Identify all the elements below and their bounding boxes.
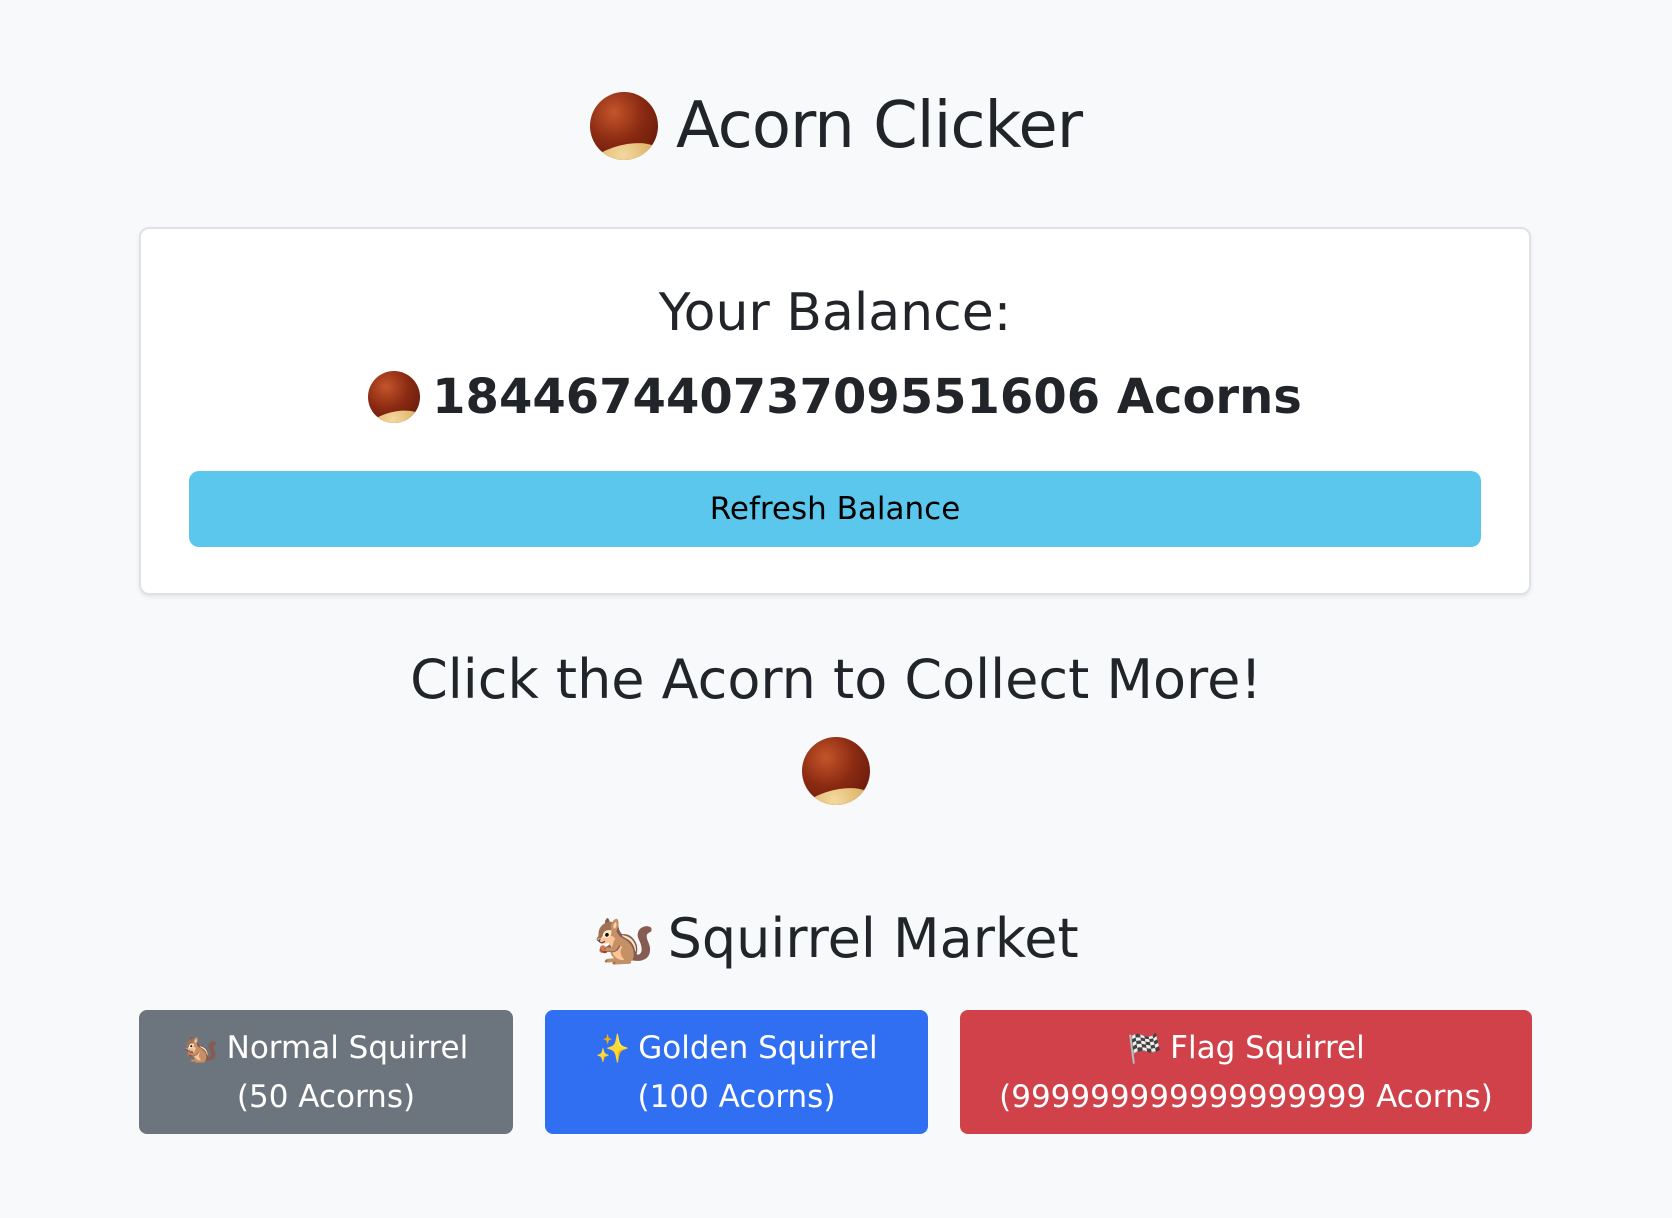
click-heading: Click the Acorn to Collect More! bbox=[410, 648, 1262, 711]
buy-flag-squirrel-button[interactable]: 🏁 Flag Squirrel (999999999999999999 Acorn… bbox=[960, 1010, 1532, 1134]
checkered-flag-icon: 🏁 bbox=[1127, 1031, 1163, 1065]
market-heading: 🐿️ Squirrel Market bbox=[0, 912, 1672, 966]
flag-squirrel-price: (999999999999999999 Acorns) bbox=[999, 1078, 1493, 1115]
buy-golden-squirrel-label: ✨ Golden Squirrel bbox=[595, 1024, 877, 1073]
page-title-text: Acorn Clicker bbox=[676, 89, 1083, 163]
squirrel-icon: 🐿️ bbox=[593, 910, 656, 968]
clickable-acorn-icon[interactable] bbox=[802, 737, 870, 805]
balance-display: 18446744073709551606 Acorns bbox=[141, 371, 1529, 423]
refresh-balance-button[interactable]: Refresh Balance bbox=[189, 471, 1481, 547]
acorn-icon bbox=[590, 92, 658, 160]
click-acorn-area bbox=[0, 737, 1672, 805]
page-title: Acorn Clicker bbox=[0, 92, 1672, 160]
balance-label: Your Balance: bbox=[658, 283, 1012, 343]
acorn-icon bbox=[368, 371, 421, 423]
buy-flag-squirrel-label: 🏁 Flag Squirrel bbox=[1127, 1024, 1364, 1073]
buy-normal-squirrel-label: 🐿️ Normal Squirrel bbox=[184, 1024, 468, 1073]
normal-squirrel-price: (50 Acorns) bbox=[236, 1078, 416, 1115]
buy-normal-squirrel-button[interactable]: 🐿️ Normal Squirrel (50 Acorns) bbox=[139, 1010, 513, 1134]
market-title: Squirrel Market bbox=[667, 907, 1079, 970]
sparkles-icon: ✨ bbox=[595, 1031, 631, 1065]
golden-squirrel-name: Golden Squirrel bbox=[638, 1029, 878, 1066]
buy-golden-squirrel-button[interactable]: ✨ Golden Squirrel (100 Acorns) bbox=[545, 1010, 928, 1134]
squirrel-icon: 🐿️ bbox=[183, 1031, 219, 1065]
acorn-clicker-page: Acorn Clicker Your Balance: 184467440737… bbox=[0, 0, 1672, 1218]
balance-card: Your Balance: 18446744073709551606 Acorn… bbox=[139, 227, 1531, 595]
golden-squirrel-price: (100 Acorns) bbox=[637, 1078, 836, 1115]
balance-value: 18446744073709551606 Acorns bbox=[432, 369, 1302, 425]
normal-squirrel-name: Normal Squirrel bbox=[226, 1029, 469, 1066]
flag-squirrel-name: Flag Squirrel bbox=[1170, 1029, 1365, 1066]
